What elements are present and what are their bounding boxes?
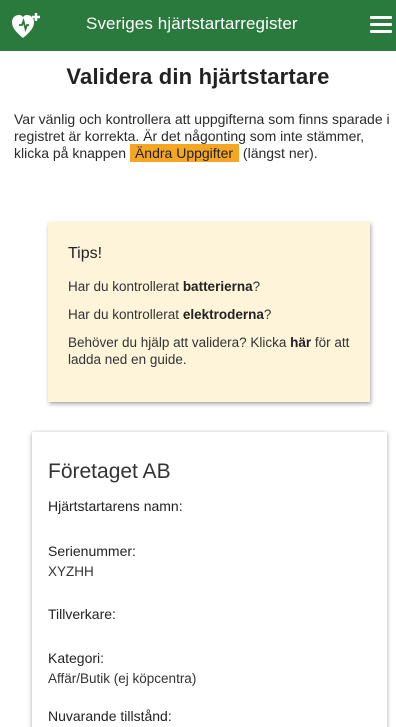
app-title: Sveriges hjärtstartarregister bbox=[86, 14, 298, 33]
tip-electrodes: Har du kontrollerat elektroderna? bbox=[68, 306, 358, 323]
tip-emphasis: batterierna bbox=[182, 279, 253, 294]
tip-text: Har du kontrollerat bbox=[68, 279, 183, 294]
field-value-serial: XYZHH bbox=[48, 564, 94, 579]
company-name: Företaget AB bbox=[48, 460, 171, 483]
field-label-manufacturer: Tillverkare: bbox=[48, 606, 116, 622]
field-label-category: Kategori: bbox=[48, 650, 105, 666]
tip-text: ? bbox=[252, 279, 261, 294]
top-navigation-bar: Sveriges hjärtstartarregister bbox=[0, 0, 396, 51]
field-label-name: Hjärtstartarens namn: bbox=[48, 498, 183, 514]
tips-box: Tips! Har du kontrollerat batterierna? H… bbox=[48, 222, 370, 402]
field-label-condition: Nuvarande tillstånd: bbox=[48, 708, 172, 724]
intro-suffix: (längst ner). bbox=[242, 145, 318, 161]
field-value-category: Affär/Butik (ej köpcentra) bbox=[48, 671, 197, 686]
edit-details-button[interactable]: Ändra Uppgifter bbox=[129, 144, 240, 162]
tip-batteries: Har du kontrollerat batterierna? bbox=[68, 278, 358, 295]
field-label-serial: Serienummer: bbox=[48, 543, 136, 559]
tip-guide: Behöver du hjälp att validera? Klicka hä… bbox=[68, 334, 358, 368]
tip-emphasis: elektroderna bbox=[182, 307, 264, 322]
tip-text: ? bbox=[263, 307, 272, 322]
page-title: Validera din hjärtstartare bbox=[66, 64, 330, 89]
tip-text: Har du kontrollerat bbox=[68, 307, 183, 322]
guide-download-link[interactable]: här bbox=[290, 335, 311, 350]
defibrillator-details-card: Företaget AB Hjärtstartarens namn: Serie… bbox=[32, 432, 387, 727]
tip-text: Behöver du hjälp att validera? Klicka bbox=[68, 335, 291, 350]
hamburger-menu-icon[interactable] bbox=[370, 16, 392, 34]
heart-defibrillator-icon[interactable] bbox=[10, 11, 44, 41]
intro-text: Var vänlig och kontrollera att uppgifter… bbox=[14, 111, 392, 162]
tips-title: Tips! bbox=[68, 245, 103, 262]
